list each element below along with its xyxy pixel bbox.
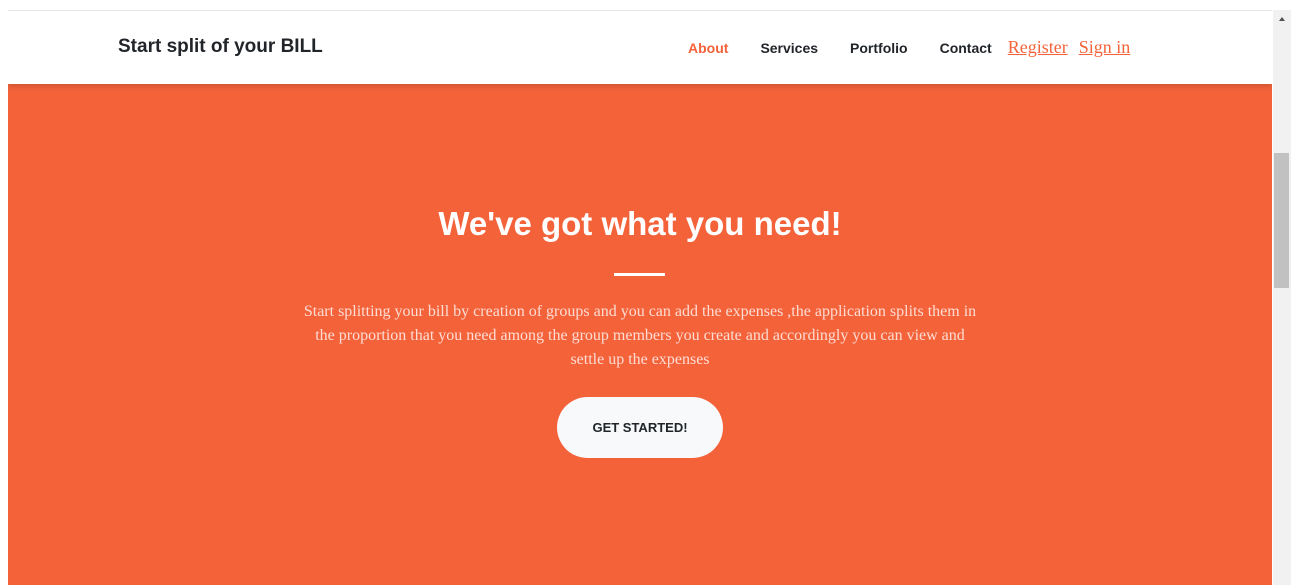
nav-links: About Services Portfolio Contact Registe… (688, 37, 1141, 58)
nav-link-about[interactable]: About (688, 40, 728, 56)
nav-link-services[interactable]: Services (760, 40, 818, 56)
scrollbar-thumb[interactable] (1274, 153, 1289, 288)
hero-section: We've got what you need! Start splitting… (8, 83, 1272, 585)
navbar: Start split of your BILL About Services … (8, 10, 1272, 84)
nav-link-portfolio[interactable]: Portfolio (850, 40, 908, 56)
signin-link[interactable]: Sign in (1079, 37, 1131, 58)
get-started-button[interactable]: GET STARTED! (557, 397, 723, 458)
browser-viewport: Start split of your BILL About Services … (8, 10, 1272, 585)
register-link[interactable]: Register (1008, 37, 1068, 58)
vertical-scrollbar[interactable] (1273, 10, 1291, 585)
scroll-up-arrow-icon[interactable] (1273, 10, 1291, 27)
brand-logo-link[interactable]: Start split of your BILL (118, 36, 323, 58)
hero-description: Start splitting your bill by creation of… (303, 303, 977, 368)
triangle-up-icon (1279, 16, 1285, 21)
hero-title: We've got what you need! (438, 205, 842, 242)
hero-divider (614, 273, 665, 276)
nav-link-contact[interactable]: Contact (940, 40, 992, 56)
